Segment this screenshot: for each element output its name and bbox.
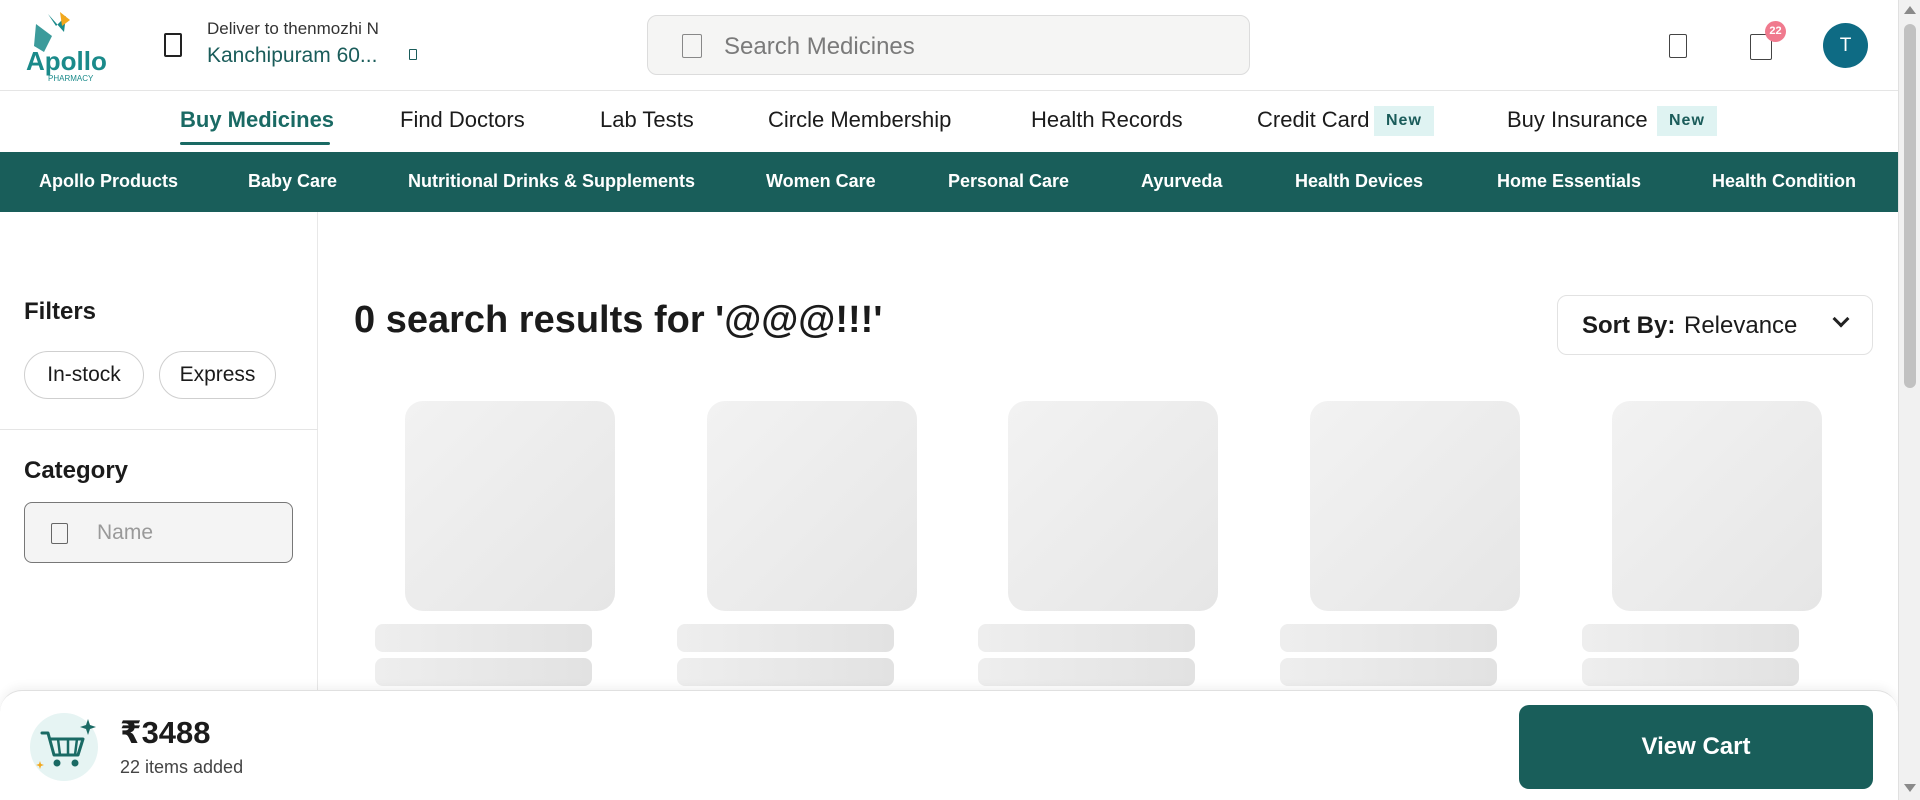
apollo-pharmacy-logo[interactable]: Apollo PHARMACY bbox=[26, 10, 110, 83]
top-header: Apollo PHARMACY Deliver to thenmozhi N K… bbox=[0, 0, 1898, 91]
product-skeleton-line bbox=[1280, 624, 1497, 652]
product-skeleton-line bbox=[677, 624, 894, 652]
product-skeleton-line bbox=[677, 658, 894, 686]
bell-icon[interactable] bbox=[1669, 34, 1687, 58]
category-apollo-products[interactable]: Apollo Products bbox=[39, 171, 178, 192]
category-personal-care[interactable]: Personal Care bbox=[948, 171, 1069, 192]
svg-text:PHARMACY: PHARMACY bbox=[48, 74, 94, 82]
cart-count-badge: 22 bbox=[1765, 21, 1786, 42]
category-health-devices[interactable]: Health Devices bbox=[1295, 171, 1423, 192]
search-input[interactable]: Search Medicines bbox=[724, 33, 915, 61]
sort-value[interactable]: Relevance bbox=[1684, 312, 1797, 340]
filter-chip-in-stock[interactable]: In-stock bbox=[24, 351, 144, 399]
cart-total: ₹3488 bbox=[120, 715, 211, 750]
nav-credit-card[interactable]: Credit Card bbox=[1257, 107, 1369, 133]
delivery-location[interactable]: Kanchipuram 60... bbox=[207, 44, 377, 68]
chevron-down-icon[interactable] bbox=[409, 49, 417, 60]
search-icon bbox=[51, 523, 68, 544]
new-badge: New bbox=[1374, 106, 1434, 136]
product-skeleton-line bbox=[1280, 658, 1497, 686]
nav-health-records[interactable]: Health Records bbox=[1031, 107, 1183, 133]
category-nutritional-drinks[interactable]: Nutritional Drinks & Supplements bbox=[408, 171, 695, 192]
product-skeleton-line bbox=[1582, 624, 1799, 652]
new-badge: New bbox=[1657, 106, 1717, 136]
scroll-down-arrow-icon[interactable] bbox=[1904, 784, 1916, 792]
scrollbar-thumb[interactable] bbox=[1904, 24, 1916, 388]
nav-buy-medicines[interactable]: Buy Medicines bbox=[180, 107, 334, 133]
product-skeleton-image bbox=[405, 401, 615, 611]
filter-chip-express[interactable]: Express bbox=[159, 351, 276, 399]
product-skeleton-image bbox=[1310, 401, 1520, 611]
search-bar[interactable]: Search Medicines bbox=[647, 15, 1250, 75]
divider bbox=[0, 429, 318, 430]
category-ayurveda[interactable]: Ayurveda bbox=[1141, 171, 1222, 192]
filters-title: Filters bbox=[24, 298, 97, 325]
search-results-title: 0 search results for '@@@!!!' bbox=[354, 299, 883, 341]
cart-sparkle-icon bbox=[30, 713, 98, 781]
page-scrollbar[interactable] bbox=[1898, 0, 1920, 800]
category-health-condition[interactable]: Health Condition bbox=[1712, 171, 1856, 192]
category-nav: Apollo Products Baby Care Nutritional Dr… bbox=[0, 152, 1898, 212]
category-baby-care[interactable]: Baby Care bbox=[248, 171, 337, 192]
active-tab-underline bbox=[180, 142, 330, 145]
nav-find-doctors[interactable]: Find Doctors bbox=[400, 107, 525, 133]
product-skeleton-line bbox=[375, 658, 592, 686]
nav-lab-tests[interactable]: Lab Tests bbox=[600, 107, 694, 133]
cart-item-count: 22 items added bbox=[120, 757, 244, 777]
product-skeleton-line bbox=[978, 624, 1195, 652]
view-cart-button[interactable]: View Cart bbox=[1519, 705, 1873, 789]
location-icon[interactable] bbox=[164, 33, 182, 57]
deliver-to-label[interactable]: Deliver to thenmozhi N bbox=[207, 19, 379, 39]
category-home-essentials[interactable]: Home Essentials bbox=[1497, 171, 1641, 192]
sort-label: Sort By: bbox=[1582, 312, 1676, 339]
sort-dropdown[interactable]: Sort By: Relevance bbox=[1557, 295, 1873, 355]
svg-text:Apollo: Apollo bbox=[26, 46, 107, 76]
search-icon bbox=[682, 34, 702, 58]
product-skeleton-line bbox=[978, 658, 1195, 686]
product-skeleton-image bbox=[1008, 401, 1218, 611]
category-title: Category bbox=[24, 457, 129, 484]
nav-buy-insurance[interactable]: Buy Insurance bbox=[1507, 107, 1648, 133]
chevron-down-icon[interactable] bbox=[1832, 310, 1850, 328]
avatar[interactable]: T bbox=[1823, 23, 1868, 68]
product-skeleton-line bbox=[1582, 658, 1799, 686]
nav-circle-membership[interactable]: Circle Membership bbox=[768, 107, 951, 133]
primary-nav: Buy Medicines Find Doctors Lab Tests Cir… bbox=[0, 91, 1898, 152]
filter-sidebar: Filters In-stock Express Category Name bbox=[0, 212, 318, 692]
product-skeleton-image bbox=[1612, 401, 1822, 611]
cart-summary-bar: ₹3488 22 items added View Cart bbox=[0, 690, 1898, 800]
product-skeleton-line bbox=[375, 624, 592, 652]
scroll-up-arrow-icon[interactable] bbox=[1904, 6, 1916, 14]
category-search-field[interactable]: Name bbox=[24, 502, 293, 563]
category-women-care[interactable]: Women Care bbox=[766, 171, 876, 192]
category-search-placeholder[interactable]: Name bbox=[97, 521, 153, 545]
product-skeleton-image bbox=[707, 401, 917, 611]
